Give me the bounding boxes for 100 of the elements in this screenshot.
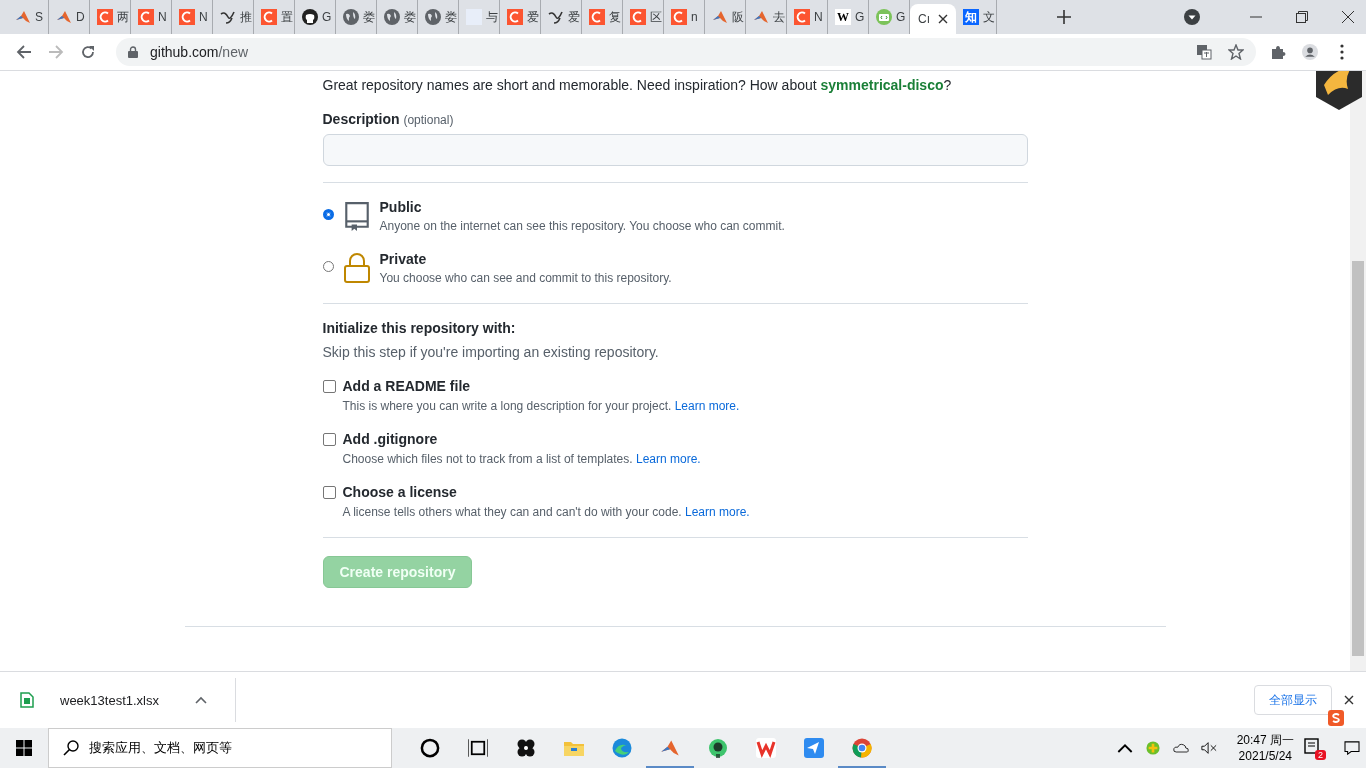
radio-button[interactable] [322, 209, 334, 220]
option-description: This is where you can write a long description for your project. Learn more. [342, 399, 741, 413]
c-logo-icon [261, 9, 277, 25]
globe-icon [425, 9, 441, 25]
c-logo-icon [179, 9, 195, 25]
option-description: Choose which files not to track from a list of templates. Learn more. [342, 452, 702, 466]
caret-icon[interactable] [195, 696, 207, 704]
restore-icon[interactable] [1296, 11, 1308, 23]
tab-title: D [76, 10, 85, 24]
close-icon[interactable] [1342, 11, 1354, 23]
c-logo-icon [794, 9, 810, 25]
tab-title: 与 [486, 8, 498, 26]
tab-title: S [35, 10, 43, 24]
matlab-icon [56, 9, 72, 25]
star-icon[interactable] [1228, 44, 1244, 60]
checkbox[interactable] [322, 379, 336, 393]
c-logo-icon [97, 9, 113, 25]
taskbar-search-field[interactable]: 搜索应用、文档、网页等 [48, 728, 392, 768]
action-center-icon[interactable] [1344, 741, 1360, 755]
tab-title: 阪 [732, 8, 744, 26]
learn-more-link[interactable]: Learn more. [674, 399, 740, 413]
tab-title: 文 [983, 8, 995, 26]
tab-title: N [814, 10, 823, 24]
lock-icon [128, 46, 138, 58]
suggestion-link[interactable]: symmetrical-disco [820, 77, 944, 93]
section-title: Initialize this repository with: [322, 320, 517, 336]
c-logo-icon [671, 9, 687, 25]
checkbox-label: Choose a license [342, 484, 457, 500]
address-bar[interactable]: github.com/new [116, 38, 1256, 66]
lock-icon [343, 253, 370, 283]
tab-title: G [855, 10, 865, 24]
tab-title: 爱 [568, 8, 580, 26]
section-subtitle: Skip this step if you're importing an existing repository. [322, 344, 660, 360]
option-description: Anyone on the internet can see this repository. You choose who can commit. [379, 219, 785, 233]
close-icon[interactable] [1344, 695, 1354, 705]
c-logo-icon [630, 9, 646, 25]
clock-date[interactable]: 2021/5/24 [1238, 748, 1292, 764]
notes-icon[interactable] [1304, 738, 1320, 754]
notification-count: 2 [1315, 750, 1326, 760]
cloud-icon[interactable] [1172, 741, 1189, 755]
tab-title: 置 [281, 8, 293, 26]
learn-more-link[interactable]: Learn more. [635, 452, 701, 466]
download-file-name[interactable]: week13test1.xlsx [60, 692, 159, 708]
tab-search-icon[interactable] [1184, 9, 1200, 25]
matlab-icon [15, 9, 31, 25]
translate-icon[interactable] [1196, 44, 1212, 60]
browser-tab[interactable]: Cı [910, 4, 956, 34]
option-description: You choose who can see and commit to this repository. [379, 271, 672, 285]
option-description: A license tells others what they can and can't do with your code. Learn more. [342, 505, 751, 519]
tab-title: 两 [117, 8, 129, 26]
globe-icon [343, 9, 359, 25]
tab-title: Cı [918, 12, 930, 26]
puzzle-icon[interactable] [1270, 44, 1286, 60]
tab-title: 娄 [404, 8, 416, 26]
book-icon [343, 201, 370, 231]
new-tab-icon[interactable] [1057, 10, 1071, 24]
c-logo-icon [138, 9, 154, 25]
checkbox[interactable] [322, 432, 336, 446]
c-logo-icon [507, 9, 523, 25]
show-all-button[interactable]: 全部显示 [1254, 685, 1332, 715]
reload-icon[interactable] [80, 44, 96, 60]
checkbox-label: Add .gitignore [342, 431, 438, 447]
s-logo-icon[interactable] [1328, 710, 1344, 726]
checkbox-label: Add a README file [342, 378, 471, 394]
matlab-icon [753, 9, 769, 25]
github-icon [302, 9, 318, 25]
name-hint: Great repository names are short and memorable. Need inspiration? How about symmetrical-disco? [322, 77, 953, 93]
globe-icon [384, 9, 400, 25]
tab-title: G [322, 10, 332, 24]
close-icon[interactable] [938, 14, 948, 24]
back-icon[interactable] [16, 44, 32, 60]
tab-title: G [896, 10, 906, 24]
tab-title: 区 [650, 8, 662, 26]
tab-title: 复 [609, 8, 621, 26]
tab-title: 娄 [445, 8, 457, 26]
url-text: github.com/new [150, 44, 249, 60]
site-logo: W [835, 9, 851, 25]
c-logo-icon [589, 9, 605, 25]
tab-title: 去 [773, 8, 785, 26]
option-title: Private [379, 251, 428, 267]
code-icon [876, 9, 892, 25]
checkbox[interactable] [322, 485, 336, 499]
speaker-muted-icon[interactable] [1200, 741, 1217, 755]
tab-title: 娄 [363, 8, 375, 26]
site-logo: 知 [963, 9, 979, 25]
scrollbar-thumb[interactable] [1352, 261, 1364, 656]
field-label: Description [322, 111, 400, 127]
option-title: Public [379, 199, 423, 215]
tab-title: 爱 [527, 8, 539, 26]
learn-more-link[interactable]: Learn more. [685, 505, 750, 519]
clock-time[interactable]: 20:47 周一 [1236, 732, 1294, 748]
matlab-icon [712, 9, 728, 25]
tab-title: N [199, 10, 208, 24]
optional-note: (optional) [403, 113, 454, 127]
description-field[interactable] [322, 134, 1028, 166]
spreadsheet-icon [20, 692, 34, 708]
profile-icon[interactable] [1302, 44, 1318, 60]
tab-title: N [158, 10, 167, 24]
search-icon [63, 740, 79, 756]
tab-title: n [691, 10, 698, 24]
